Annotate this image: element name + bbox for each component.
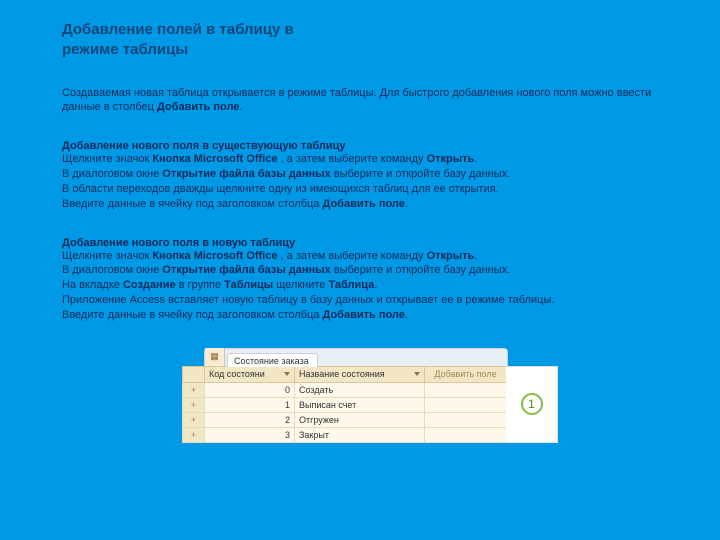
table-row: +3Закрыт [183,427,507,442]
sec3-line2: В диалоговом окне Открытие файла базы да… [62,263,680,278]
new-table-heading: Добавление нового поля в новую таблицу [62,237,680,249]
chevron-down-icon [284,372,290,376]
sec3-line3: На вкладке Создание в группе Таблицы щел… [62,278,680,293]
expand-icon: + [183,412,205,427]
cell-name: Создать [295,382,425,397]
existing-table-heading: Добавление нового поля в существующую та… [62,140,680,152]
cell-add [425,382,507,397]
table-row: +0Создать [183,382,507,397]
sec2-line3: В области переходов дважды щелкните одну… [62,182,680,197]
cell-name: Закрыт [295,427,425,442]
chevron-down-icon [414,372,420,376]
data-grid: Код состояни Название состояния Добавит [182,366,507,443]
column-header-id: Код состояни [205,366,295,382]
cell-id: 3 [205,427,295,442]
cell-id: 0 [205,382,295,397]
callout-1: 1 [521,393,543,415]
expand-icon: + [183,382,205,397]
new-table-section: Добавление нового поля в новую таблицу Щ… [62,237,680,323]
table-row: +1Выписан счет [183,397,507,412]
sec2-line4: Введите данные в ячейку под заголовком с… [62,197,680,212]
cell-add [425,427,507,442]
cell-name: Отгружен [295,412,425,427]
intro-paragraph: Создаваемая новая таблица открывается в … [62,86,680,116]
intro-section: Создаваемая новая таблица открывается в … [62,86,680,116]
datasheet-icon: ▦ [205,348,225,366]
page-title: Добавление полей в таблицу в режиме табл… [62,20,680,61]
tab-order-status: Состояние заказа [227,353,318,367]
callout-pane: 1 [506,366,558,443]
title-line2: режиме таблицы [62,41,188,58]
cell-id: 2 [205,412,295,427]
title-line1: Добавление полей в таблицу в [62,21,294,38]
sec3-line4: Приложение Access вставляет новую таблиц… [62,293,680,308]
existing-table-section: Добавление нового поля в существующую та… [62,140,680,211]
column-header-add-field: Добавить поле [425,366,507,382]
tab-bar: ▦ Состояние заказа [204,348,508,366]
sec3-line1: Щелкните значок Кнопка Microsoft Office … [62,249,680,264]
cell-name: Выписан счет [295,397,425,412]
table-row: +2Отгружен [183,412,507,427]
cell-id: 1 [205,397,295,412]
row-selector-header [183,366,205,382]
cell-add [425,412,507,427]
sec2-line2: В диалоговом окне Открытие файла базы да… [62,167,680,182]
cell-add [425,397,507,412]
column-header-name: Название состояния [295,366,425,382]
table-screenshot: ▦ Состояние заказа Код состояни [182,348,560,443]
tab-label: Состояние заказа [234,356,309,366]
expand-icon: + [183,427,205,442]
expand-icon: + [183,397,205,412]
sec2-line1: Щелкните значок Кнопка Microsoft Office … [62,152,680,167]
sec3-line5: Введите данные в ячейку под заголовком с… [62,308,680,323]
